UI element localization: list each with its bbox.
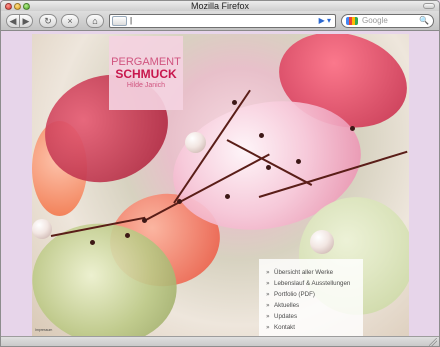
- dark-bead: [259, 133, 264, 138]
- reload-icon: ↻: [44, 15, 52, 26]
- home-icon: ⌂: [92, 15, 98, 26]
- menu-item-contact[interactable]: » Kontakt: [266, 322, 350, 333]
- menu-item-label: Übersicht aller Werke: [274, 269, 334, 276]
- menu-arrow-icon: »: [266, 313, 270, 320]
- address-input-value[interactable]: |: [130, 16, 132, 25]
- menu-item-label: Aktuelles: [274, 302, 300, 309]
- dark-bead: [90, 240, 95, 245]
- menu-arrow-icon: »: [266, 291, 270, 298]
- menu-item-portfolio[interactable]: » Portfolio (PDF): [266, 289, 350, 300]
- navigation-list: » Übersicht aller Werke » Lebenslauf & A…: [266, 267, 350, 333]
- google-search-engine-icon[interactable]: [346, 17, 358, 25]
- menu-item-label: Kontakt: [274, 324, 295, 331]
- status-bar: [1, 336, 439, 346]
- dark-bead: [225, 194, 230, 199]
- search-box[interactable]: Google 🔍: [341, 14, 434, 28]
- menu-arrow-icon: »: [266, 280, 270, 287]
- logo-line-schmuck: SCHMUCK: [115, 67, 177, 81]
- toolbar-toggle-button[interactable]: [423, 3, 435, 9]
- navigation-toolbar: ◀ ▶ ↻ × ⌂ | ▶ ▾ Google 🔍: [1, 11, 439, 31]
- menu-item-overview[interactable]: » Übersicht aller Werke: [266, 267, 350, 278]
- dark-bead: [232, 100, 237, 105]
- search-placeholder[interactable]: Google: [362, 16, 388, 25]
- menu-item-label: Updates: [274, 313, 298, 320]
- logo-artist-name: Hilde Janich: [126, 82, 166, 89]
- address-bar[interactable]: | ▶ ▾: [109, 14, 336, 28]
- menu-arrow-icon: »: [266, 324, 270, 331]
- menu-item-label: Lebenslauf & Ausstellungen: [274, 280, 351, 287]
- resize-grip-icon[interactable]: [429, 338, 437, 346]
- jewelry-hero-image: PERGAMENT SCHMUCK Hilde Janich » Übersic…: [32, 34, 409, 336]
- window-title: Mozilla Firefox: [190, 1, 249, 11]
- pearl: [310, 230, 334, 254]
- address-go-button[interactable]: ▶ ▾: [319, 15, 331, 27]
- dark-bead: [177, 199, 182, 204]
- back-button[interactable]: ◀: [6, 14, 20, 28]
- pearl: [185, 132, 206, 153]
- title-bar[interactable]: Mozilla Firefox: [1, 1, 439, 11]
- browser-window: Mozilla Firefox ◀ ▶ ↻ × ⌂ | ▶ ▾ Google 🔍: [0, 0, 440, 347]
- site-identity-icon[interactable]: [112, 16, 127, 26]
- menu-arrow-icon: »: [266, 269, 270, 276]
- menu-item-news[interactable]: » Aktuelles: [266, 300, 350, 311]
- menu-item-label: Portfolio (PDF): [274, 291, 315, 298]
- dark-bead: [142, 218, 147, 223]
- menu-arrow-icon: »: [266, 302, 270, 309]
- dark-bead: [296, 159, 301, 164]
- forward-arrow-icon: ▶: [22, 15, 30, 26]
- dark-bead: [266, 165, 271, 170]
- forward-button[interactable]: ▶: [19, 14, 33, 28]
- site-logo[interactable]: PERGAMENT SCHMUCK Hilde Janich: [109, 36, 183, 110]
- home-button[interactable]: ⌂: [86, 14, 104, 28]
- stop-button[interactable]: ×: [61, 14, 79, 28]
- dark-bead: [125, 233, 130, 238]
- stop-icon: ×: [67, 15, 73, 26]
- pearl: [32, 219, 52, 239]
- back-arrow-icon: ◀: [9, 15, 17, 26]
- search-icon[interactable]: 🔍: [419, 15, 429, 27]
- imprint-link[interactable]: Impressum: [35, 328, 52, 333]
- menu-item-updates[interactable]: » Updates: [266, 311, 350, 322]
- web-page: PERGAMENT SCHMUCK Hilde Janich » Übersic…: [1, 32, 439, 336]
- menu-item-cv-exhibitions[interactable]: » Lebenslauf & Ausstellungen: [266, 278, 350, 289]
- dark-bead: [350, 126, 355, 131]
- site-navigation-menu: » Übersicht aller Werke » Lebenslauf & A…: [259, 259, 363, 336]
- reload-button[interactable]: ↻: [39, 14, 57, 28]
